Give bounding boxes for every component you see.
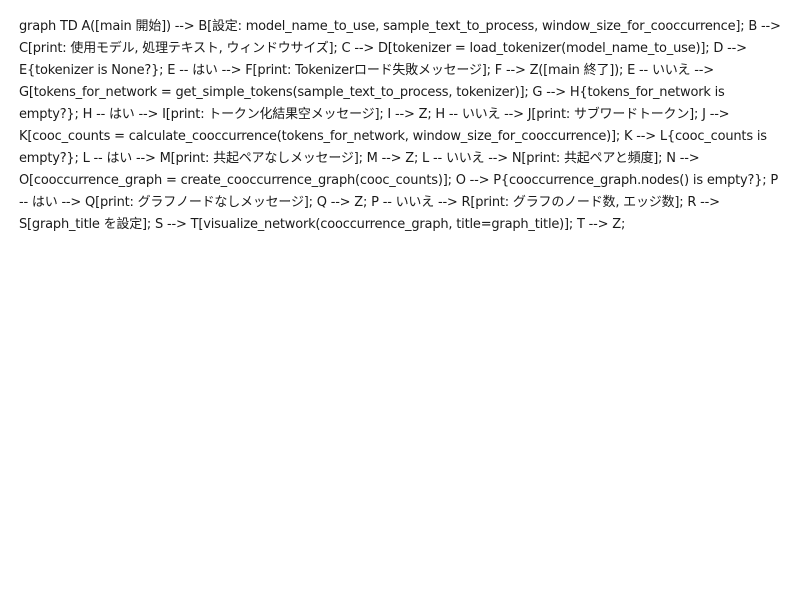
mermaid-source-text: graph TD A([main 開始]) --> B[設定: model_na… xyxy=(19,19,781,232)
page: graph TD A([main 開始]) --> B[設定: model_na… xyxy=(0,0,800,600)
